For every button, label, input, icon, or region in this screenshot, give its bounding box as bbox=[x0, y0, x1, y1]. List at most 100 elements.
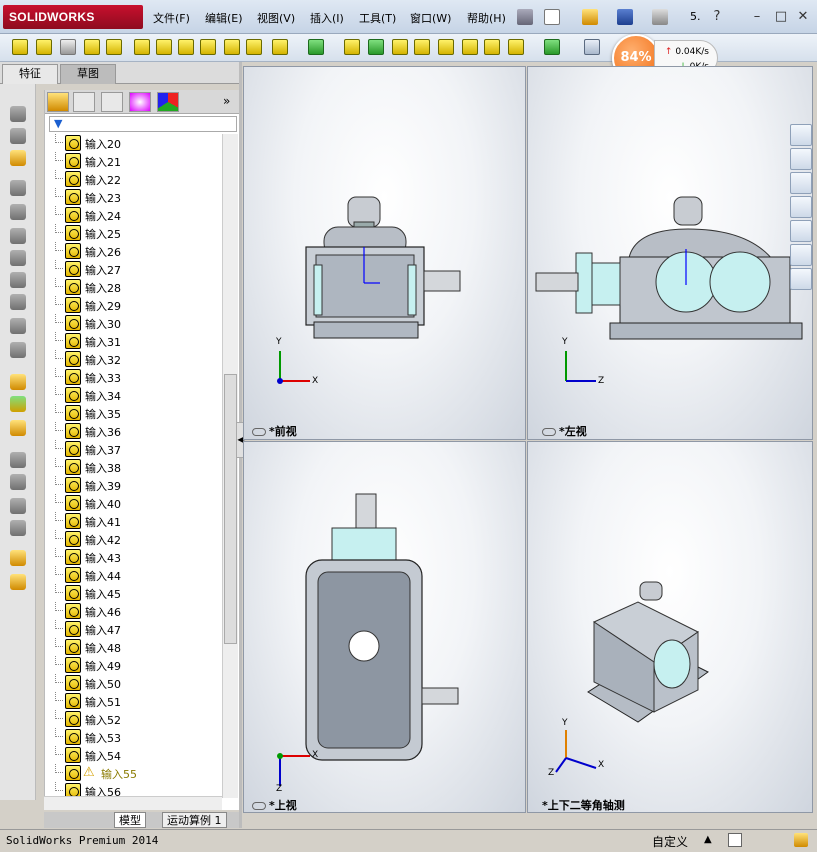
viewport-top[interactable]: X Z *上视 bbox=[243, 441, 526, 813]
tree-item[interactable]: 输入43 bbox=[45, 548, 223, 566]
block-icon[interactable] bbox=[10, 498, 26, 514]
intersect-icon[interactable] bbox=[462, 39, 478, 55]
print-icon[interactable] bbox=[652, 9, 668, 25]
loft-icon[interactable] bbox=[84, 39, 100, 55]
tree-filter[interactable]: ▼ bbox=[49, 116, 237, 132]
tree-item[interactable]: 输入51 bbox=[45, 692, 223, 710]
tree-item[interactable]: 输入27 bbox=[45, 260, 223, 278]
save-icon[interactable] bbox=[617, 9, 633, 25]
sweep-icon[interactable] bbox=[60, 39, 76, 55]
tree-item[interactable]: 输入22 bbox=[45, 170, 223, 188]
tree-vertical-scrollbar[interactable] bbox=[222, 134, 238, 798]
tree-item[interactable]: 输入39 bbox=[45, 476, 223, 494]
tree-item[interactable]: 输入34 bbox=[45, 386, 223, 404]
tree-item[interactable]: 输入47 bbox=[45, 620, 223, 638]
tree-item[interactable]: 输入46 bbox=[45, 602, 223, 620]
trim-icon[interactable] bbox=[10, 180, 26, 196]
cone-icon[interactable] bbox=[10, 150, 26, 166]
quick-tips-icon[interactable] bbox=[728, 833, 742, 847]
tree-item[interactable]: 输入21 bbox=[45, 152, 223, 170]
fix-icon[interactable] bbox=[10, 550, 26, 566]
tree-item[interactable]: 输入54 bbox=[45, 746, 223, 764]
tree-scroll-thumb[interactable] bbox=[224, 374, 237, 644]
menu-help[interactable]: 帮助(H) bbox=[467, 10, 506, 26]
instant2d-icon[interactable] bbox=[10, 396, 26, 412]
view-palette-icon[interactable] bbox=[790, 220, 812, 242]
configuration-manager-icon[interactable] bbox=[101, 92, 123, 112]
lofted-cut-icon[interactable] bbox=[224, 39, 240, 55]
offset-icon[interactable] bbox=[10, 228, 26, 244]
units-mode[interactable]: 自定义 bbox=[652, 833, 688, 850]
extrude-boss-icon[interactable] bbox=[12, 39, 28, 55]
tree-item[interactable]: 输入38 bbox=[45, 458, 223, 476]
open-folder-icon[interactable] bbox=[582, 9, 598, 25]
rib-icon[interactable] bbox=[344, 39, 360, 55]
custom-properties-icon[interactable] bbox=[790, 268, 812, 290]
tree-item[interactable]: 输入44 bbox=[45, 566, 223, 584]
menu-edit[interactable]: 编辑(E) bbox=[205, 10, 243, 26]
tree-item[interactable]: 输入25 bbox=[45, 224, 223, 242]
tree-item[interactable]: 输入26 bbox=[45, 242, 223, 260]
property-manager-icon[interactable] bbox=[73, 92, 95, 112]
tree-item[interactable]: 输入42 bbox=[45, 530, 223, 548]
menu-view[interactable]: 视图(V) bbox=[257, 10, 295, 26]
viewport-isometric[interactable]: Y X Z *上下二等角轴测 bbox=[527, 441, 813, 813]
tab-features[interactable]: 特征 bbox=[2, 64, 58, 84]
tab-motion-study[interactable]: 运动算例 1 bbox=[162, 812, 227, 828]
tab-model[interactable]: 模型 bbox=[114, 812, 146, 828]
tree-item[interactable]: 输入29 bbox=[45, 296, 223, 314]
help-icon[interactable]: ? bbox=[708, 8, 726, 26]
menu-insert[interactable]: 插入(I) bbox=[310, 10, 344, 26]
link-view-icon[interactable] bbox=[252, 428, 266, 436]
tree-horizontal-scrollbar[interactable] bbox=[44, 796, 222, 810]
sketch-text-icon[interactable] bbox=[10, 474, 26, 490]
shaded-sketch-icon[interactable] bbox=[10, 420, 26, 436]
tree-item[interactable]: 输入30 bbox=[45, 314, 223, 332]
tree-item[interactable]: 输入23 bbox=[45, 188, 223, 206]
convert-entities-icon[interactable] bbox=[10, 204, 26, 220]
draft-icon[interactable] bbox=[368, 39, 384, 55]
pin-icon[interactable] bbox=[517, 9, 533, 25]
viewport-left[interactable]: Y Z *左视 bbox=[527, 66, 813, 440]
tree-item[interactable]: 输入28 bbox=[45, 278, 223, 296]
tab-sketch[interactable]: 草图 bbox=[60, 64, 116, 84]
tree-item[interactable]: 输入53 bbox=[45, 728, 223, 746]
home-icon[interactable] bbox=[790, 148, 812, 170]
solidworks-logo[interactable]: SOLIDWORKS bbox=[3, 5, 143, 29]
mirror-entities-icon[interactable] bbox=[10, 250, 26, 266]
revolve-boss-icon[interactable] bbox=[36, 39, 52, 55]
close-button[interactable]: ✕ bbox=[794, 8, 812, 26]
tree-item[interactable]: 输入35 bbox=[45, 404, 223, 422]
smart-dimension-icon[interactable] bbox=[10, 128, 26, 144]
viewport-front[interactable]: Y X *前视 bbox=[243, 66, 526, 440]
display-manager-icon[interactable] bbox=[157, 92, 179, 112]
wrap-icon[interactable] bbox=[414, 39, 430, 55]
tree-item[interactable]: 输入37 bbox=[45, 440, 223, 458]
tree-item[interactable]: 输入50 bbox=[45, 674, 223, 692]
tree-item[interactable]: 输入45 bbox=[45, 584, 223, 602]
units-dropdown-icon[interactable]: ▲ bbox=[704, 834, 712, 845]
revolve-cut-icon[interactable] bbox=[178, 39, 194, 55]
tree-item[interactable]: 输入36 bbox=[45, 422, 223, 440]
tree-item[interactable]: ⚠ 输入55 bbox=[45, 764, 223, 782]
link-view-icon[interactable] bbox=[252, 802, 266, 810]
boundary-cut-icon[interactable] bbox=[246, 39, 262, 55]
menu-tools[interactable]: 工具(T) bbox=[359, 10, 396, 26]
instant3d-icon[interactable] bbox=[584, 39, 600, 55]
swept-cut-icon[interactable] bbox=[200, 39, 216, 55]
hole-wizard-icon[interactable] bbox=[156, 39, 172, 55]
tree-item[interactable]: 输入24 bbox=[45, 206, 223, 224]
tree-item[interactable]: 输入31 bbox=[45, 332, 223, 350]
tree-item[interactable]: 输入48 bbox=[45, 638, 223, 656]
dimxpert-icon[interactable] bbox=[129, 92, 151, 112]
no-solve-icon[interactable] bbox=[10, 520, 26, 536]
maximize-button[interactable]: □ bbox=[772, 8, 790, 26]
minimize-button[interactable]: – bbox=[748, 8, 766, 26]
sketch-line-icon[interactable] bbox=[10, 106, 26, 122]
dome-icon[interactable] bbox=[438, 39, 454, 55]
sketch-picture-icon[interactable] bbox=[10, 452, 26, 468]
rapid-sketch-icon[interactable] bbox=[10, 374, 26, 390]
reference-geometry-icon[interactable] bbox=[508, 39, 524, 55]
appearances-icon[interactable] bbox=[790, 244, 812, 266]
tree-item[interactable]: 输入40 bbox=[45, 494, 223, 512]
